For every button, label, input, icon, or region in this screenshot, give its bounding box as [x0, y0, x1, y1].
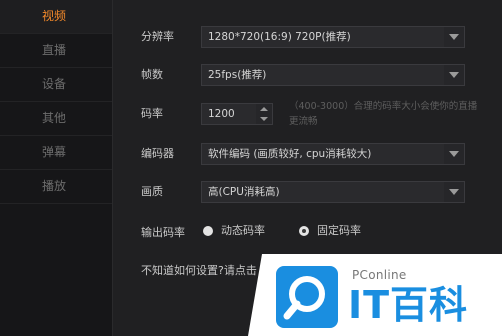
chevron-down-icon[interactable] — [444, 65, 464, 85]
sidebar-item-other[interactable]: 其他 — [0, 102, 112, 136]
chevron-down-icon[interactable] — [444, 182, 464, 202]
sidebar-item-label: 其他 — [42, 111, 67, 125]
output-mode-row: 输出码率 动态码率 固定码率 — [113, 220, 502, 246]
sidebar-item-playback[interactable]: 播放 — [0, 170, 112, 204]
framerate-row: 帧数 25fps(推荐) — [113, 62, 502, 88]
framerate-select[interactable]: 25fps(推荐) — [201, 64, 465, 86]
quality-select[interactable]: 高(CPU消耗高) — [201, 181, 465, 203]
quality-label: 画质 — [141, 185, 163, 198]
sidebar-item-label: 直播 — [42, 43, 67, 57]
bitrate-value: 1200 — [208, 108, 235, 120]
resolution-label: 分辨率 — [141, 30, 174, 43]
chevron-down-icon[interactable] — [444, 144, 464, 164]
bitrate-row: 码率 1200 （400-3000）合理的码率大小会使你的直播更流畅 — [113, 101, 502, 127]
sidebar-item-danmaku[interactable]: 弹幕 — [0, 136, 112, 170]
framerate-value: 25fps(推荐) — [208, 69, 267, 81]
sidebar-item-device[interactable]: 设备 — [0, 68, 112, 102]
help-link[interactable]: 不知道如何设置?请点击 — [141, 262, 257, 278]
resolution-row: 分辨率 1280*720(16:9) 720P(推荐) — [113, 24, 502, 50]
settings-sidebar: 视频 直播 设备 其他 弹幕 播放 — [0, 0, 113, 336]
bitrate-label: 码率 — [141, 107, 163, 120]
sidebar-item-live[interactable]: 直播 — [0, 34, 112, 68]
sidebar-item-label: 设备 — [42, 77, 67, 91]
watermark: PConline IT百科 — [248, 254, 502, 336]
encoder-select[interactable]: 软件编码 (画质较好, cpu消耗较大) — [201, 143, 465, 165]
bitrate-stepper[interactable]: 1200 — [201, 103, 273, 125]
quality-value: 高(CPU消耗高) — [208, 186, 280, 198]
sidebar-item-label: 播放 — [42, 179, 67, 193]
sidebar-item-label: 弹幕 — [42, 145, 67, 159]
increment-arrow-icon[interactable] — [256, 104, 272, 114]
encoder-row: 编码器 软件编码 (画质较好, cpu消耗较大) — [113, 141, 502, 167]
quality-row: 画质 高(CPU消耗高) — [113, 179, 502, 205]
encoder-label: 编码器 — [141, 147, 174, 160]
watermark-title: IT百科 — [348, 283, 469, 327]
resolution-select[interactable]: 1280*720(16:9) 720P(推荐) — [201, 26, 465, 48]
bitrate-hint: （400-3000）合理的码率大小会使你的直播更流畅 — [289, 101, 478, 127]
fixed-bitrate-label[interactable]: 固定码率 — [317, 220, 361, 242]
fixed-bitrate-radio[interactable] — [299, 226, 309, 236]
encoder-value: 软件编码 (画质较好, cpu消耗较大) — [208, 148, 372, 160]
decrement-arrow-icon[interactable] — [256, 114, 272, 124]
output-mode-label: 输出码率 — [141, 226, 185, 239]
chevron-down-icon[interactable] — [444, 27, 464, 47]
magnifier-logo-icon — [276, 266, 338, 328]
framerate-label: 帧数 — [141, 68, 163, 81]
resolution-value: 1280*720(16:9) 720P(推荐) — [208, 31, 351, 43]
sidebar-item-video[interactable]: 视频 — [0, 0, 112, 34]
watermark-brand: PConline — [352, 268, 407, 282]
dynamic-bitrate-label[interactable]: 动态码率 — [221, 220, 265, 242]
dynamic-bitrate-radio[interactable] — [203, 226, 213, 236]
sidebar-item-label: 视频 — [42, 9, 67, 23]
